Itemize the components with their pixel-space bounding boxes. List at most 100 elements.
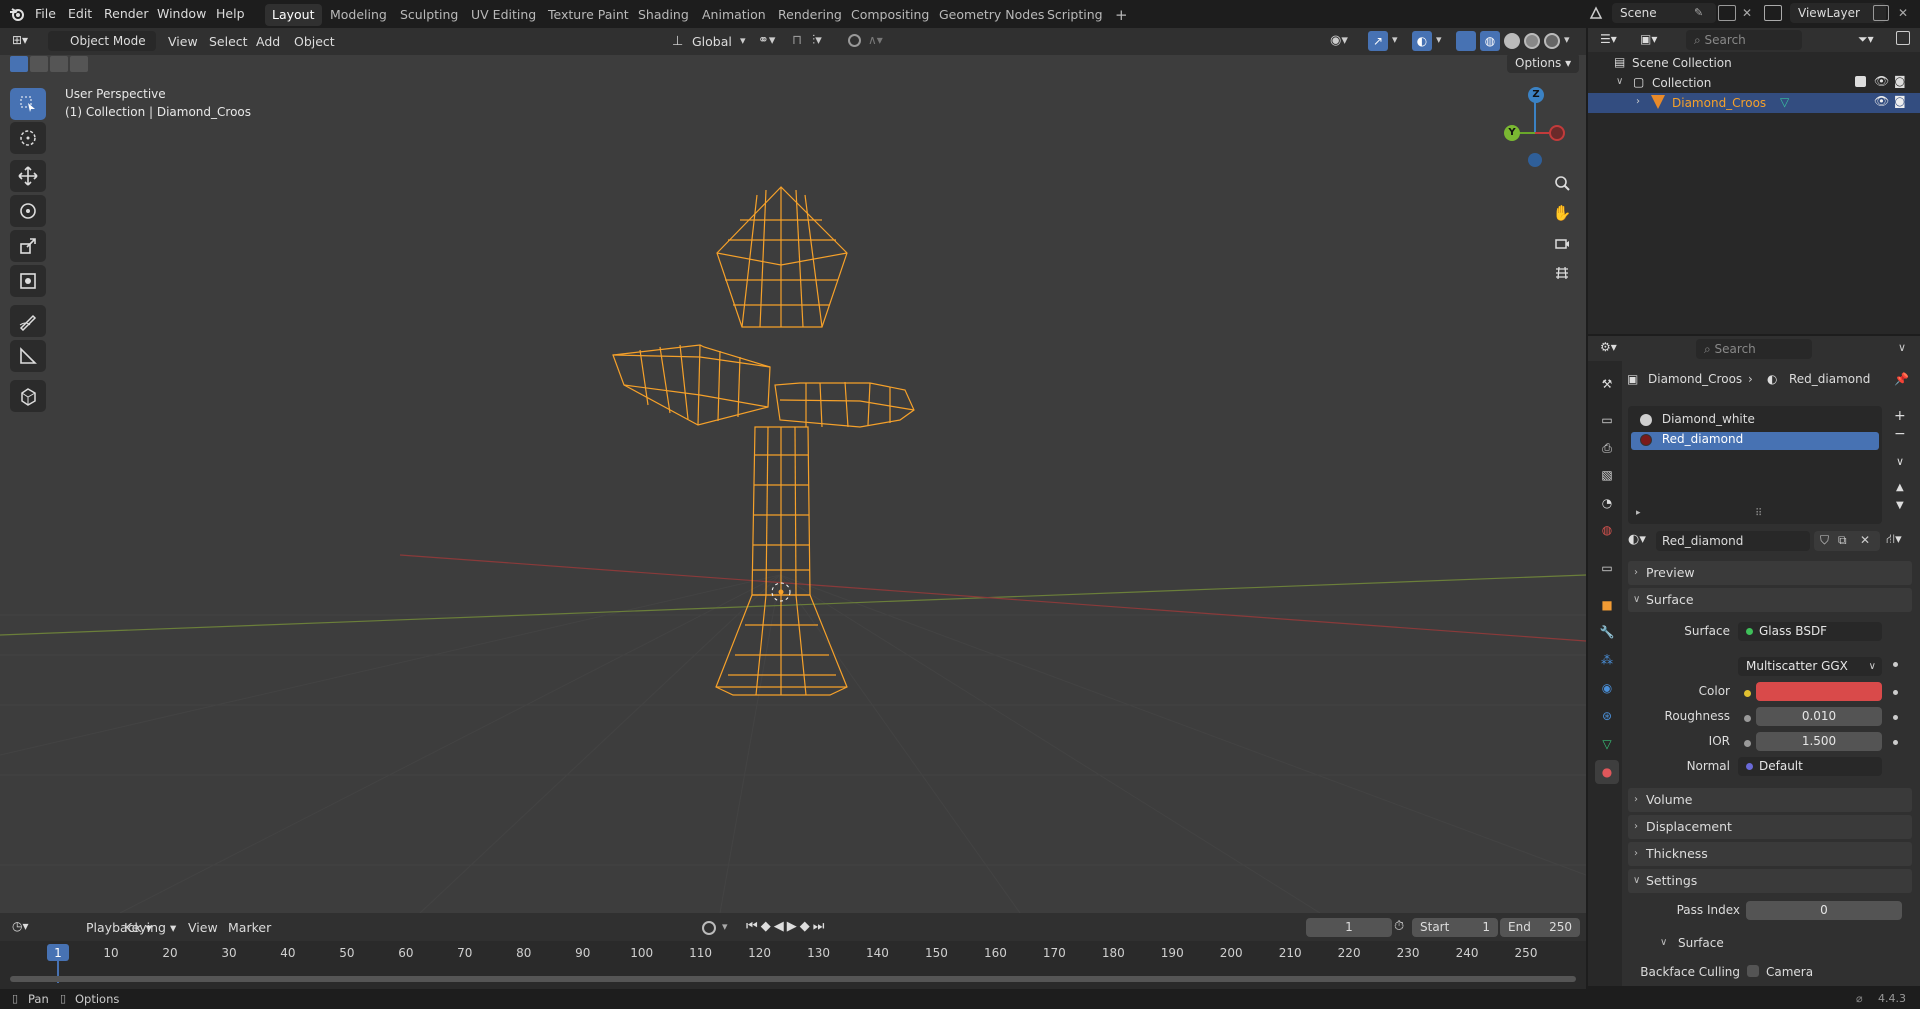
play-reverse-icon[interactable]: ◀ bbox=[774, 919, 787, 934]
start-frame-field[interactable]: Start 1 bbox=[1412, 918, 1498, 937]
snap-icon[interactable]: ⊓ bbox=[792, 33, 802, 48]
world-tab-icon[interactable]: ◍ bbox=[1595, 518, 1619, 542]
surface-shader-field[interactable]: Glass BSDF bbox=[1738, 622, 1882, 641]
gizmo-neg-x-axis[interactable] bbox=[1549, 125, 1565, 141]
properties-editor-type-icon[interactable]: ⚙▾ bbox=[1600, 340, 1617, 354]
slot-list-resize-handle[interactable]: ⠿ bbox=[1755, 508, 1762, 519]
select-box-tool[interactable] bbox=[10, 88, 46, 120]
new-collection-icon[interactable] bbox=[1896, 31, 1910, 45]
orientation-dropdown[interactable]: Global bbox=[686, 31, 738, 52]
gizmo-toggle-icon[interactable]: ↗ bbox=[1368, 31, 1388, 51]
outliner-editor-type-icon[interactable]: ☰▾ bbox=[1600, 32, 1617, 46]
settings-panel-header[interactable]: ∨ Settings bbox=[1628, 869, 1912, 893]
display-mode-icon[interactable]: ▣▾ bbox=[1640, 32, 1657, 46]
pin-icon[interactable]: ✎ bbox=[1694, 6, 1703, 19]
keying-dropdown-icon[interactable]: ▾ bbox=[722, 920, 728, 933]
current-frame-field[interactable]: 1 bbox=[1306, 918, 1392, 937]
timeline-menu-view[interactable]: View bbox=[182, 917, 224, 938]
particles-tab-icon[interactable]: ⁂ bbox=[1595, 648, 1619, 672]
distribution-dropdown[interactable]: Multiscatter GGX ∨ bbox=[1738, 657, 1882, 676]
object-expand-chevron-icon[interactable]: › bbox=[1636, 96, 1640, 107]
tab-modeling[interactable]: Modeling bbox=[323, 4, 394, 26]
pivot-icon[interactable]: ⚭▾ bbox=[758, 33, 775, 48]
falloff-icon[interactable]: ∧▾ bbox=[868, 33, 883, 47]
ortho-grid-icon[interactable] bbox=[1549, 260, 1575, 286]
blender-logo-icon[interactable] bbox=[9, 6, 25, 22]
viewlayer-name-field[interactable]: ViewLayer bbox=[1790, 3, 1886, 23]
tab-texture-paint[interactable]: Texture Paint bbox=[541, 4, 636, 26]
rotate-tool[interactable] bbox=[10, 195, 46, 227]
jump-end-icon[interactable]: ⏭ bbox=[813, 919, 828, 934]
proportional-edit-icon[interactable] bbox=[848, 34, 861, 47]
tab-scripting[interactable]: Scripting bbox=[1040, 4, 1110, 26]
gizmo-z-axis[interactable]: Z bbox=[1528, 87, 1544, 103]
menu-file[interactable]: File bbox=[28, 4, 63, 24]
menu-window[interactable]: Window bbox=[150, 4, 213, 24]
collection-camera-icon[interactable]: ◙ bbox=[1894, 74, 1906, 88]
menu-render[interactable]: Render bbox=[97, 4, 156, 24]
collection-expand-chevron-icon[interactable]: ∨ bbox=[1616, 76, 1623, 87]
remove-scene-icon[interactable]: ✕ bbox=[1742, 6, 1752, 20]
remove-viewlayer-icon[interactable]: ✕ bbox=[1898, 6, 1908, 20]
preview-panel-header[interactable]: › Preview bbox=[1628, 561, 1912, 585]
backface-camera-checkbox[interactable] bbox=[1747, 965, 1759, 977]
transform-tool[interactable] bbox=[10, 265, 46, 297]
tab-uv-editing[interactable]: UV Editing bbox=[464, 4, 543, 26]
tab-sculpting[interactable]: Sculpting bbox=[393, 4, 465, 26]
thickness-panel-header[interactable]: › Thickness bbox=[1628, 842, 1912, 866]
properties-options-chevron-icon[interactable]: ∨ bbox=[1898, 341, 1906, 354]
slot-specials-icon[interactable]: ∨ bbox=[1896, 455, 1904, 468]
menu-view[interactable]: View bbox=[162, 31, 204, 52]
collection-tab-icon[interactable]: ▭ bbox=[1595, 556, 1619, 580]
tab-layout[interactable]: Layout bbox=[265, 4, 322, 26]
tab-shading[interactable]: Shading bbox=[631, 4, 696, 26]
data-tab-icon[interactable]: ▽ bbox=[1595, 732, 1619, 756]
overlays-dropdown-icon[interactable]: ▾ bbox=[1436, 33, 1442, 46]
properties-search-input[interactable]: ⌕ Search bbox=[1696, 339, 1812, 359]
end-frame-field[interactable]: End 250 bbox=[1500, 918, 1580, 937]
filter-icon[interactable]: ⏷▾ bbox=[1858, 32, 1874, 47]
duplicate-material-icon[interactable]: ⧉ bbox=[1838, 533, 1847, 548]
next-keyframe-icon[interactable]: ◆ bbox=[800, 919, 813, 934]
zoom-icon[interactable] bbox=[1549, 170, 1575, 196]
roughness-field[interactable]: 0.010 bbox=[1756, 707, 1882, 726]
mode-dropdown[interactable]: Object Mode bbox=[48, 31, 156, 51]
object-name-label[interactable]: Diamond_Croos bbox=[1672, 96, 1766, 110]
tab-compositing[interactable]: Compositing bbox=[844, 4, 936, 26]
constraints-tab-icon[interactable]: ⊛ bbox=[1595, 704, 1619, 728]
editor-type-icon[interactable]: ⊞▾ bbox=[12, 33, 40, 51]
auto-keying-icon[interactable] bbox=[702, 921, 716, 935]
color-swatch[interactable] bbox=[1756, 682, 1882, 701]
collection-label[interactable]: Collection bbox=[1652, 76, 1711, 90]
timeline-editor-type-icon[interactable]: ◷▾ bbox=[12, 919, 29, 933]
keyframe-dot-icon[interactable] bbox=[1893, 740, 1898, 745]
gizmo-dropdown-icon[interactable]: ▾ bbox=[1392, 33, 1398, 46]
viewlayer-icon[interactable] bbox=[1764, 5, 1782, 21]
add-cube-tool[interactable] bbox=[10, 380, 46, 412]
measure-tool[interactable] bbox=[10, 340, 46, 372]
visibility-icon[interactable]: ◉▾ bbox=[1330, 33, 1348, 48]
outliner-search-input[interactable]: ⌕ Search bbox=[1686, 30, 1802, 50]
scale-tool[interactable] bbox=[10, 230, 46, 262]
3d-viewport[interactable]: User Perspective (1) Collection | Diamon… bbox=[0, 55, 1586, 913]
xray-toggle-icon[interactable] bbox=[1456, 31, 1476, 51]
material-slot-red-diamond[interactable]: Red_diamond bbox=[1631, 432, 1879, 450]
displacement-panel-header[interactable]: › Displacement bbox=[1628, 815, 1912, 839]
scene-icon[interactable] bbox=[1588, 5, 1604, 21]
move-tool[interactable] bbox=[10, 160, 46, 192]
scene-tab-icon[interactable]: ◔ bbox=[1595, 491, 1619, 515]
keyframe-dot-icon[interactable] bbox=[1893, 690, 1898, 695]
object-tab-icon[interactable]: ■ bbox=[1595, 593, 1619, 617]
collection-eye-icon[interactable]: 👁 bbox=[1874, 74, 1889, 88]
keyframe-dot-icon[interactable] bbox=[1893, 662, 1898, 667]
cursor-tool[interactable] bbox=[10, 122, 46, 154]
mesh-data-icon[interactable]: ▽ bbox=[1780, 95, 1789, 109]
surface-panel-header[interactable]: ∨ Surface bbox=[1628, 588, 1912, 612]
select-invert-icon[interactable] bbox=[70, 56, 88, 72]
fake-user-icon[interactable]: ⛉ bbox=[1820, 533, 1829, 548]
shading-dropdown-icon[interactable]: ▾ bbox=[1564, 33, 1570, 46]
material-browse-icon[interactable]: ◐▾ bbox=[1628, 532, 1646, 547]
render-tab-icon[interactable]: ▭ bbox=[1595, 408, 1619, 432]
menu-object[interactable]: Object bbox=[288, 31, 341, 52]
tab-rendering[interactable]: Rendering bbox=[771, 4, 849, 26]
